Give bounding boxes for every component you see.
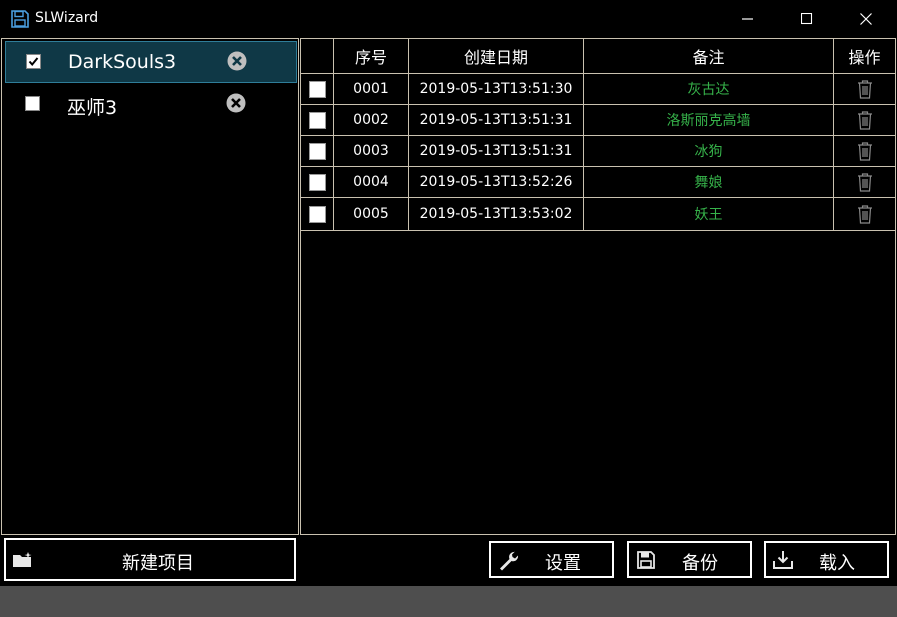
- row-checkbox[interactable]: [309, 111, 326, 129]
- status-bar: [0, 586, 897, 617]
- backup-button[interactable]: 备份: [627, 541, 752, 578]
- trash-icon[interactable]: [857, 172, 873, 192]
- row-date: 2019-05-13T13:53:02: [409, 198, 584, 230]
- row-date: 2019-05-13T13:52:26: [409, 167, 584, 197]
- backup-label: 备份: [682, 553, 718, 574]
- trash-icon[interactable]: [857, 141, 873, 161]
- row-seq: 0001: [334, 74, 409, 104]
- delete-project-icon[interactable]: [225, 92, 247, 114]
- row-checkbox[interactable]: [309, 142, 326, 160]
- row-note[interactable]: 舞娘: [584, 167, 834, 197]
- settings-button[interactable]: 设置: [489, 541, 614, 578]
- table-row[interactable]: 0002 2019-05-13T13:51:31 洛斯丽克高墙: [301, 105, 895, 136]
- row-date: 2019-05-13T13:51:30: [409, 74, 584, 104]
- floppy-disk-icon: [10, 9, 30, 29]
- project-checkbox[interactable]: [26, 54, 41, 69]
- row-seq: 0005: [334, 198, 409, 230]
- table-row[interactable]: 0003 2019-05-13T13:51:31 冰狗: [301, 136, 895, 167]
- maximize-button[interactable]: [784, 0, 830, 38]
- table-row[interactable]: 0004 2019-05-13T13:52:26 舞娘: [301, 167, 895, 198]
- load-button[interactable]: 载入: [764, 541, 889, 578]
- new-project-button[interactable]: 新建项目: [4, 538, 296, 581]
- minimize-icon: [742, 10, 754, 29]
- new-folder-icon: [12, 551, 34, 574]
- project-name: DarkSouls3: [68, 51, 177, 73]
- trash-icon[interactable]: [857, 79, 873, 99]
- row-seq: 0002: [334, 105, 409, 135]
- minimize-button[interactable]: [725, 0, 771, 38]
- header-select-cell: [301, 39, 334, 73]
- title-bar: SLWizard: [0, 0, 897, 38]
- close-button[interactable]: [843, 0, 889, 38]
- row-seq: 0004: [334, 167, 409, 197]
- header-date: 创建日期: [409, 39, 584, 73]
- row-date: 2019-05-13T13:51:31: [409, 105, 584, 135]
- project-list: DarkSouls3 巫师3: [1, 38, 299, 535]
- project-checkbox[interactable]: [25, 96, 40, 111]
- row-seq: 0003: [334, 136, 409, 166]
- checkmark-icon: [28, 57, 39, 67]
- maximize-icon: [800, 10, 813, 29]
- row-note[interactable]: 冰狗: [584, 136, 834, 166]
- header-note: 备注: [584, 39, 834, 73]
- table-row[interactable]: 0001 2019-05-13T13:51:30 灰古达: [301, 74, 895, 105]
- project-name: 巫师3: [67, 97, 118, 119]
- row-note[interactable]: 妖王: [584, 198, 834, 230]
- row-checkbox[interactable]: [309, 80, 326, 98]
- project-item-darksouls3[interactable]: DarkSouls3: [5, 41, 297, 83]
- trash-icon[interactable]: [857, 204, 873, 224]
- row-checkbox[interactable]: [309, 173, 326, 191]
- row-note[interactable]: 洛斯丽克高墙: [584, 105, 834, 135]
- table-header: 序号 创建日期 备注 操作: [301, 39, 895, 74]
- trash-icon[interactable]: [857, 110, 873, 130]
- delete-project-icon[interactable]: [226, 50, 248, 72]
- window-title: SLWizard: [35, 10, 99, 26]
- project-item-witcher3[interactable]: 巫师3: [5, 84, 297, 126]
- header-op: 操作: [848, 48, 881, 67]
- new-project-label: 新建项目: [122, 553, 194, 574]
- row-checkbox[interactable]: [309, 205, 326, 223]
- close-icon: [860, 10, 872, 29]
- save-disk-icon: [637, 551, 655, 574]
- row-note[interactable]: 灰古达: [584, 74, 834, 104]
- settings-label: 设置: [545, 553, 581, 574]
- wrench-icon: [497, 550, 519, 577]
- table-row[interactable]: 0005 2019-05-13T13:53:02 妖王: [301, 198, 895, 231]
- save-table-panel: 序号 创建日期 备注 操作 0001 2019-05-13T13:51:30 灰…: [300, 38, 896, 535]
- download-icon: [772, 550, 794, 575]
- load-label: 载入: [819, 553, 855, 574]
- row-date: 2019-05-13T13:51:31: [409, 136, 584, 166]
- header-seq: 序号: [334, 39, 409, 73]
